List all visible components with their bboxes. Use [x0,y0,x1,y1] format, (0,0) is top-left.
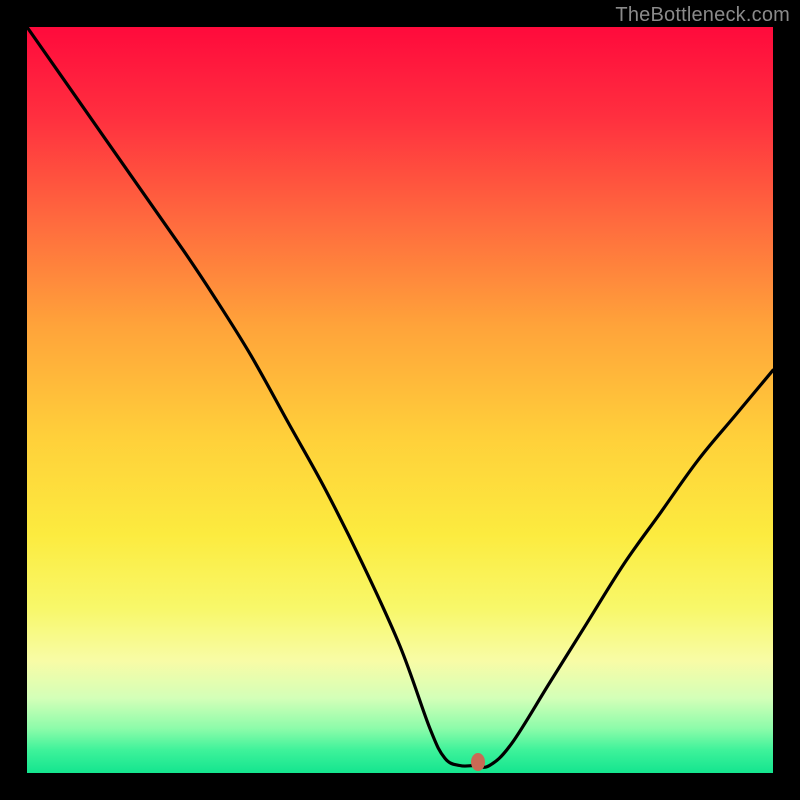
bottleneck-curve [27,27,773,773]
watermark-text: TheBottleneck.com [615,4,790,27]
chart-plot-area [27,27,773,773]
selected-config-marker [471,753,485,771]
